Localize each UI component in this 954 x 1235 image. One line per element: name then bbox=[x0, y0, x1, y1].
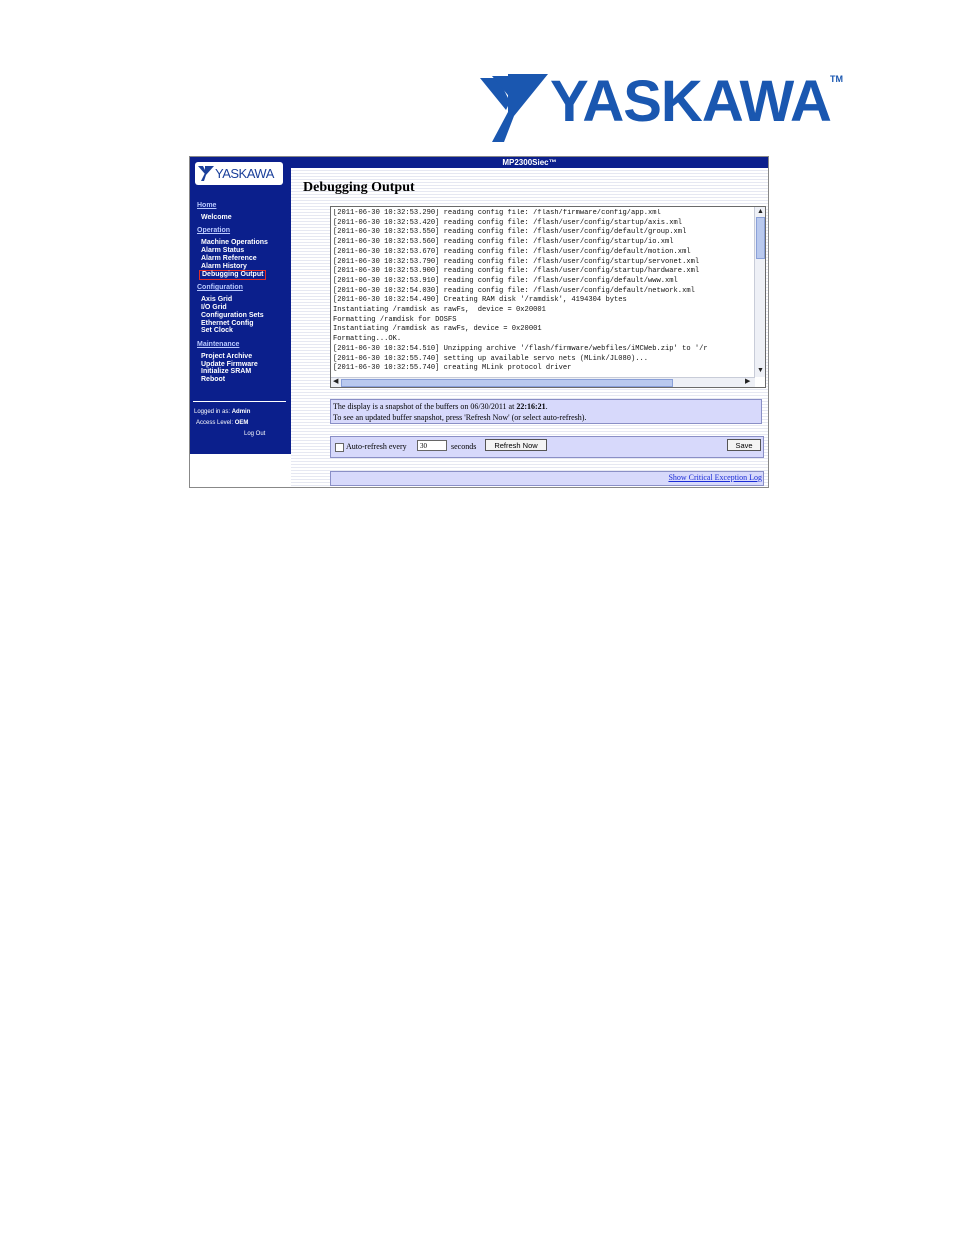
log-line: [2011-06-30 10:32:53.550] reading config… bbox=[333, 228, 687, 237]
access-level: Access Level: OEM bbox=[196, 420, 248, 426]
log-line: [2011-06-30 10:32:53.910] reading config… bbox=[333, 276, 678, 285]
nav-item-configuration-sets[interactable]: Configuration Sets bbox=[201, 312, 264, 320]
nav-heading-operation[interactable]: Operation bbox=[197, 227, 230, 234]
logout-link[interactable]: Log Out bbox=[244, 431, 265, 437]
vertical-scrollbar[interactable]: ▲ ▼ bbox=[754, 207, 765, 377]
nav-item-debugging-output[interactable]: Debugging Output bbox=[199, 270, 267, 280]
nav-item-axis-grid[interactable]: Axis Grid bbox=[201, 296, 232, 304]
log-line: [2011-06-30 10:32:55.740] creating MLink… bbox=[333, 364, 572, 373]
log-line: [2011-06-30 10:32:53.790] reading config… bbox=[333, 257, 700, 266]
snapshot-suffix: . bbox=[545, 402, 548, 411]
nav-item-set-clock[interactable]: Set Clock bbox=[201, 327, 233, 335]
logged-in-label: Logged in as: bbox=[194, 409, 231, 415]
log-line: Instantiating /ramdisk as rawFs, device … bbox=[333, 325, 542, 334]
main-content: Debugging Output [2011-06-30 10:32:53.29… bbox=[291, 168, 768, 487]
seconds-label: seconds bbox=[451, 442, 477, 451]
save-button[interactable]: Save bbox=[727, 439, 761, 451]
log-line: [2011-06-30 10:32:53.900] reading config… bbox=[333, 267, 700, 276]
log-line: [2011-06-30 10:32:55.740] setting up ava… bbox=[333, 354, 649, 363]
access-level-value: OEM bbox=[234, 420, 249, 426]
logo-wordmark: YASKAWA bbox=[550, 69, 832, 134]
log-line: Formatting...OK. bbox=[333, 335, 402, 344]
sidebar: YASKAWA Home Welcome Operation Machine O… bbox=[190, 157, 291, 454]
sidebar-divider bbox=[193, 401, 286, 402]
snapshot-info-panel: The display is a snapshot of the buffers… bbox=[330, 399, 762, 424]
nav-heading-maintenance[interactable]: Maintenance bbox=[197, 341, 239, 348]
log-line: [2011-06-30 10:32:53.560] reading config… bbox=[333, 238, 674, 247]
log-line: Instantiating /ramdisk as rawFs, device … bbox=[333, 306, 546, 315]
yaskawa-swoosh-icon bbox=[480, 74, 548, 142]
auto-refresh-label: Auto-refresh every bbox=[346, 442, 407, 451]
nav-item-alarm-reference[interactable]: Alarm Reference bbox=[201, 255, 257, 263]
snapshot-info-line: The display is a snapshot of the buffers… bbox=[333, 401, 759, 412]
horizontal-scrollbar[interactable]: ◀ ▶ bbox=[331, 377, 755, 387]
access-level-label: Access Level: bbox=[196, 420, 234, 426]
debug-log-lines: [2011-06-30 10:32:53.290] reading config… bbox=[333, 209, 753, 373]
log-line: [2011-06-30 10:32:54.490] Creating RAM d… bbox=[333, 296, 627, 305]
scroll-up-icon[interactable]: ▲ bbox=[757, 208, 764, 216]
debug-log-textarea[interactable]: [2011-06-30 10:32:53.290] reading config… bbox=[330, 206, 766, 388]
log-line: [2011-06-30 10:32:53.290] reading config… bbox=[333, 209, 661, 217]
nav-item-reboot[interactable]: Reboot bbox=[201, 376, 225, 384]
log-line: Formatting /ramdisk for DOSFS bbox=[333, 315, 457, 324]
trademark-mark: TM bbox=[830, 74, 843, 84]
footer-panel: Show Critical Exception Log bbox=[330, 471, 764, 486]
vertical-scroll-thumb[interactable] bbox=[756, 217, 765, 259]
log-line: [2011-06-30 10:32:53.420] reading config… bbox=[333, 218, 683, 227]
horizontal-scroll-thumb[interactable] bbox=[341, 379, 673, 387]
log-line: [2011-06-30 10:32:53.670] reading config… bbox=[333, 247, 691, 256]
yaskawa-logo: YASKAWA TM bbox=[478, 72, 848, 144]
scroll-right-icon[interactable]: ▶ bbox=[745, 378, 750, 386]
web-app-window: YASKAWA Home Welcome Operation Machine O… bbox=[189, 156, 769, 488]
auto-refresh-checkbox[interactable] bbox=[335, 443, 344, 452]
nav-item-machine-operations[interactable]: Machine Operations bbox=[201, 239, 268, 247]
refresh-hint: To see an updated buffer snapshot, press… bbox=[333, 413, 587, 422]
log-line: [2011-06-30 10:32:54.030] reading config… bbox=[333, 286, 695, 295]
nav-item-initialize-sram[interactable]: Initialize SRAM bbox=[201, 368, 251, 376]
snapshot-prefix: The display is a snapshot of the buffers… bbox=[333, 402, 515, 411]
yaskawa-small-icon bbox=[198, 166, 214, 181]
nav-heading-configuration[interactable]: Configuration bbox=[197, 284, 243, 291]
refresh-interval-input[interactable]: 30 bbox=[417, 440, 447, 451]
sidebar-logo-text: YASKAWA bbox=[215, 166, 274, 181]
product-title-bar: MP2300Siec™ bbox=[291, 157, 768, 168]
snapshot-time: 22:16:21 bbox=[516, 402, 546, 411]
login-status: Logged in as: Admin bbox=[194, 409, 250, 415]
nav-heading-home[interactable]: Home bbox=[197, 202, 216, 209]
sidebar-logo[interactable]: YASKAWA bbox=[195, 162, 283, 185]
page-title: Debugging Output bbox=[303, 180, 415, 195]
nav-item-io-grid[interactable]: I/O Grid bbox=[201, 304, 227, 312]
nav-item-project-archive[interactable]: Project Archive bbox=[201, 353, 252, 361]
nav-item-alarm-status[interactable]: Alarm Status bbox=[201, 247, 244, 255]
log-line: [2011-06-30 10:32:54.510] Unzipping arch… bbox=[333, 344, 708, 353]
refresh-controls-panel: Auto-refresh every 30 seconds Refresh No… bbox=[330, 436, 764, 458]
logged-in-user: Admin bbox=[231, 409, 251, 415]
nav-item-welcome[interactable]: Welcome bbox=[201, 214, 232, 222]
refresh-now-button[interactable]: Refresh Now bbox=[485, 439, 547, 451]
scroll-down-icon[interactable]: ▼ bbox=[757, 367, 764, 375]
scroll-left-icon[interactable]: ◀ bbox=[333, 378, 338, 386]
critical-exception-log-link[interactable]: Show Critical Exception Log bbox=[668, 473, 762, 482]
